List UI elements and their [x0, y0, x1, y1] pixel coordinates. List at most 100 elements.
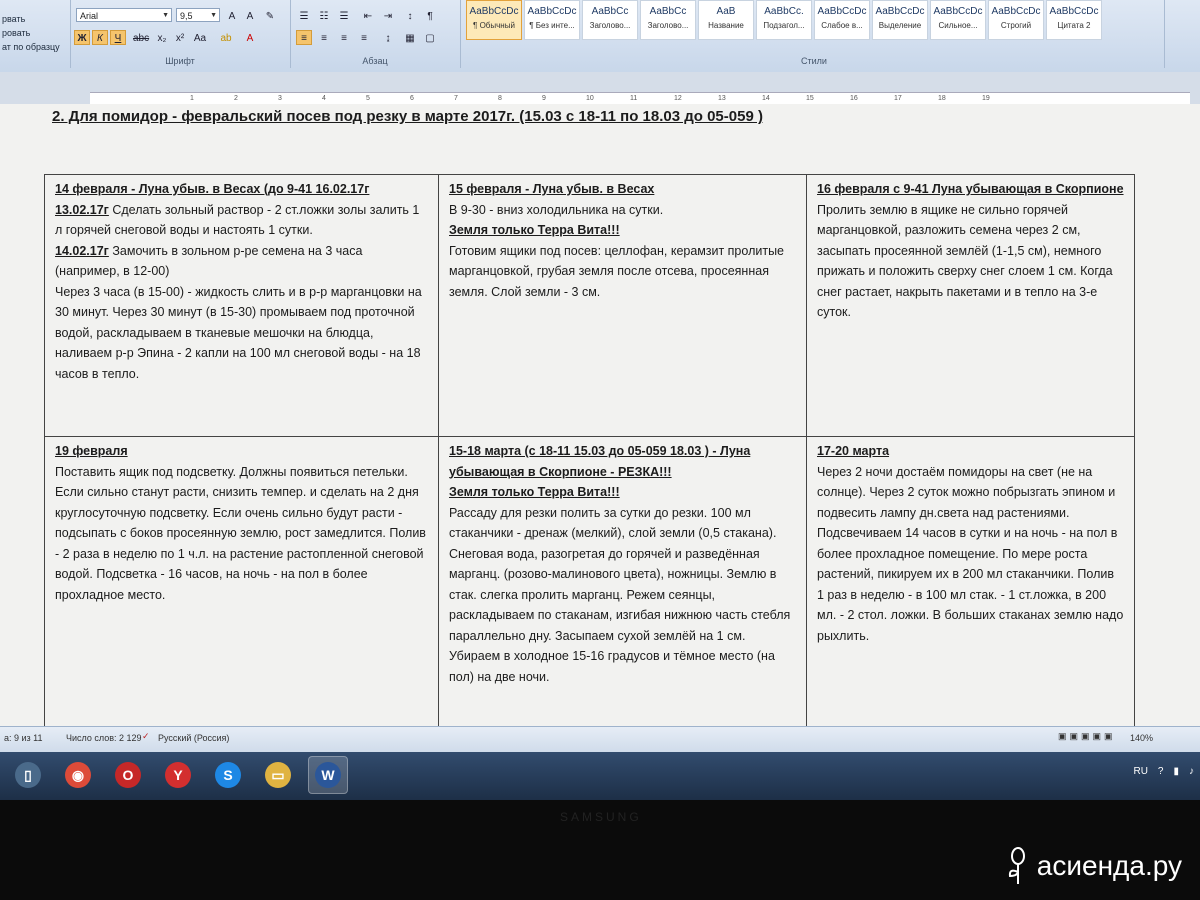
skype-icon[interactable]: S [208, 756, 248, 794]
grow-font-icon[interactable]: A [224, 8, 240, 23]
bullets-icon[interactable]: ☰ [296, 8, 312, 23]
input-language[interactable]: RU [1133, 766, 1147, 777]
increase-indent-icon[interactable]: ⇥ [380, 8, 396, 23]
clear-format-icon[interactable]: ✎ [262, 8, 278, 23]
style-tile[interactable]: AaBbCcDc ¶ Без инте... [524, 0, 580, 40]
copy-item[interactable]: ровать [2, 28, 30, 38]
ruler-tick: 17 [894, 95, 902, 102]
ruler-tick: 15 [806, 95, 814, 102]
style-tile[interactable]: AaBbCc Заголово... [640, 0, 696, 40]
highlight-color-icon[interactable]: ab [218, 30, 234, 45]
system-tray: RU ? ▮ ♪ [1133, 766, 1194, 777]
taskbar: ▯ ◉ O Y S ▭ W RU ? ▮ ♪ [0, 752, 1200, 800]
underline-button[interactable]: Ч [110, 30, 126, 45]
schedule-cell[interactable]: 17-20 марта Через 2 ночи достаём помидоры… [807, 437, 1135, 735]
cut-item[interactable]: рвать [2, 14, 25, 24]
ruler-tick: 4 [322, 95, 326, 102]
style-sample: AaBbCc. [764, 6, 804, 17]
cell-paragraph: 14.02.17г Замочить в зольном р-ре семена… [55, 241, 428, 282]
ruler-tick: 1 [190, 95, 194, 102]
style-tile[interactable]: AaB Название [698, 0, 754, 40]
cell-heading: 14 февраля - Луна убыв. в Весах (до 9-41… [55, 182, 370, 196]
ruler-tick: 9 [542, 95, 546, 102]
ruler-tick: 12 [674, 95, 682, 102]
instruction-text: Через 3 часа (в 15-00) - жидкость слить … [55, 284, 422, 381]
numbering-icon[interactable]: ☷ [316, 8, 332, 23]
cell-heading: 17-20 марта [817, 444, 890, 458]
font-name-combo[interactable]: Arial ▼ [76, 8, 172, 22]
shading-icon[interactable]: ▦ [402, 30, 418, 45]
style-tile[interactable]: AaBbCcDc Цитата 2 [1046, 0, 1102, 40]
change-case-icon[interactable]: Aa [192, 30, 208, 45]
word-icon[interactable]: W [308, 756, 348, 794]
bold-button[interactable]: Ж [74, 30, 90, 45]
style-tile[interactable]: AaBbCcDc Слабое в... [814, 0, 870, 40]
style-name: ¶ Обычный [473, 21, 515, 30]
subscript-icon[interactable]: x₂ [154, 30, 170, 45]
file-manager-icon[interactable]: ▯ [8, 756, 48, 794]
superscript-icon[interactable]: x² [172, 30, 188, 45]
help-icon[interactable]: ? [1158, 766, 1164, 777]
chevron-down-icon: ▼ [162, 12, 169, 19]
font-size-value: 9,5 [180, 11, 193, 21]
style-tile[interactable]: AaBbCcDc Выделение [872, 0, 928, 40]
style-sample: AaBbCc [591, 6, 629, 17]
align-center-icon[interactable]: ≡ [316, 30, 332, 45]
schedule-cell[interactable]: 19 февраля Поставить ящик под подсветку. … [45, 437, 439, 735]
cell-heading: 15 февраля - Луна убыв. в Весах [449, 182, 655, 196]
style-tile[interactable]: AaBbCcDc Сильное... [930, 0, 986, 40]
cell-paragraph: Готовим ящики под посев: целлофан, керам… [449, 241, 796, 303]
format-painter-item[interactable]: ат по образцу [2, 42, 60, 52]
ruler-tick: 3 [278, 95, 282, 102]
ribbon: рвать ровать ат по образцу Arial ▼ 9,5 ▼ A… [0, 0, 1200, 73]
chrome-icon[interactable]: ◉ [58, 756, 98, 794]
styles-group: AaBbCcDc ¶ Обычный AaBbCcDc ¶ Без инте... Aa… [464, 0, 1165, 68]
sprout-logo-icon [1008, 847, 1025, 884]
style-tile[interactable]: AaBbCcDc ¶ Обычный [466, 0, 522, 40]
style-name: Заголово... [589, 21, 631, 30]
language-indicator[interactable]: Русский (Россия) [158, 733, 229, 743]
schedule-cell[interactable]: 15-18 марта (с 18-11 15.03 до 05-059 18.… [439, 437, 807, 735]
folder-icon[interactable]: ▭ [258, 756, 298, 794]
strikethrough-icon[interactable]: abc [132, 30, 149, 45]
page-counter[interactable]: а: 9 из 11 [4, 733, 43, 743]
shrink-font-icon[interactable]: A [242, 8, 258, 23]
font-size-combo[interactable]: 9,5 ▼ [176, 8, 220, 22]
style-tile[interactable]: AaBbCc. Подзагол... [756, 0, 812, 40]
align-left-button[interactable]: ≡ [296, 30, 312, 45]
ruler-tick: 13 [718, 95, 726, 102]
spellcheck-icon[interactable]: ✓ [142, 731, 150, 742]
document-page[interactable]: 2. Для помидор - февральский посев под р… [0, 104, 1200, 735]
multilevel-list-icon[interactable]: ☰ [336, 8, 352, 23]
network-icon[interactable]: ▮ [1173, 766, 1179, 777]
align-right-icon[interactable]: ≡ [336, 30, 352, 45]
yandex-browser-icon[interactable]: Y [158, 756, 198, 794]
italic-button[interactable]: К [92, 30, 108, 45]
borders-icon[interactable]: ▢ [422, 30, 438, 45]
cell-paragraph: Поставить ящик под подсветку. Должны поя… [55, 462, 428, 606]
opera-icon[interactable]: O [108, 756, 148, 794]
show-marks-icon[interactable]: ¶ [422, 8, 438, 23]
schedule-cell[interactable]: 16 февраля с 9-41 Луна убывающая в Скорп… [807, 175, 1135, 437]
style-name: Выделение [878, 21, 922, 30]
instruction-text: Готовим ящики под посев: целлофан, керам… [449, 243, 785, 299]
ruler-tick: 11 [630, 95, 638, 102]
ruler-tick: 2 [234, 95, 238, 102]
view-buttons[interactable]: ▣▣▣▣▣ [1058, 731, 1116, 742]
cell-paragraph: В 9-30 - вниз холодильника на сутки. [449, 200, 796, 221]
decrease-indent-icon[interactable]: ⇤ [360, 8, 376, 23]
style-sample: AaBbCc [649, 6, 687, 17]
style-name: Строгий [1000, 21, 1032, 30]
justify-icon[interactable]: ≡ [356, 30, 372, 45]
cell-paragraph: Пролить землю в ящике не сильно горячей … [817, 200, 1124, 323]
sort-icon[interactable]: ↕ [402, 8, 418, 23]
zoom-level[interactable]: 140% [1130, 733, 1153, 743]
volume-icon[interactable]: ♪ [1189, 766, 1194, 777]
schedule-cell[interactable]: 15 февраля - Луна убыв. в Весах В 9-30 - … [439, 175, 807, 437]
word-count[interactable]: Число слов: 2 129 [66, 733, 142, 743]
style-tile[interactable]: AaBbCc Заголово... [582, 0, 638, 40]
font-color-icon[interactable]: A [242, 30, 258, 45]
schedule-cell[interactable]: 14 февраля - Луна убыв. в Весах (до 9-41… [45, 175, 439, 437]
line-spacing-icon[interactable]: ↨ [380, 30, 396, 45]
style-tile[interactable]: AaBbCcDc Строгий [988, 0, 1044, 40]
